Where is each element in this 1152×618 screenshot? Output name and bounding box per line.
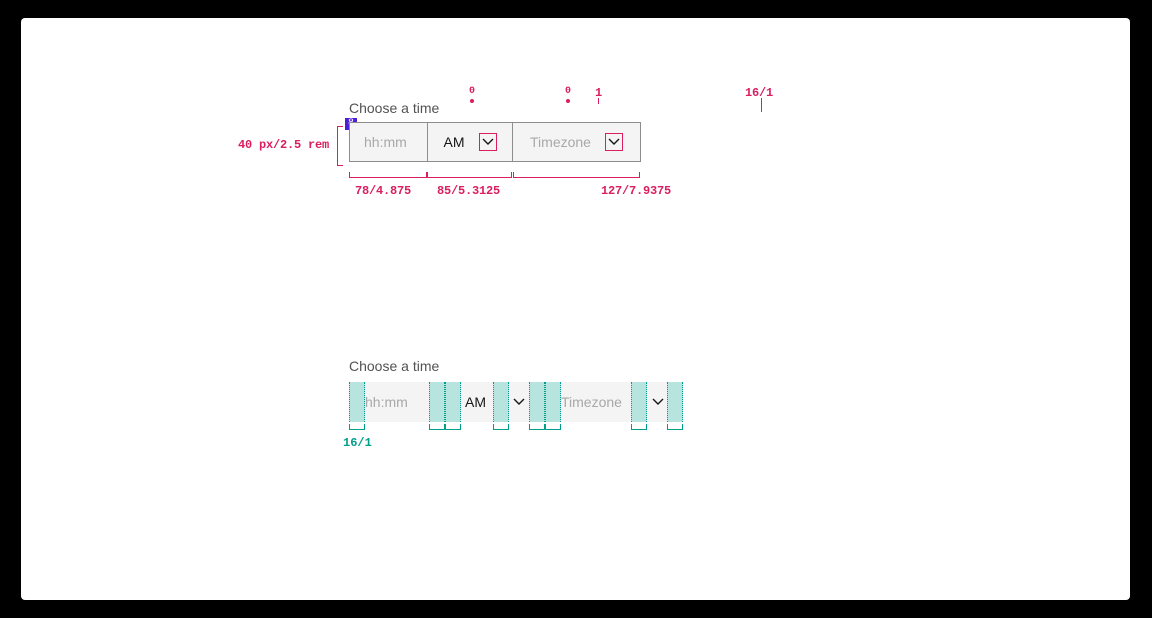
timezone-select-segment[interactable]: Timezone <box>545 382 683 422</box>
timezone-placeholder: Timezone <box>530 134 591 150</box>
padding-guide <box>429 382 445 422</box>
width-time-annotation: 78/4.875 <box>355 184 411 198</box>
time-placeholder: hh:mm <box>364 134 407 150</box>
ampm-value: AM <box>444 134 465 150</box>
zero-annotation-b: 0 <box>565 86 571 97</box>
width-bracket-time <box>349 172 427 178</box>
timezone-placeholder: Timezone <box>561 394 622 410</box>
spacing-bracket <box>667 424 683 430</box>
tick-gap <box>598 98 599 104</box>
ampm-select-segment[interactable]: AM <box>445 382 545 422</box>
time-picker-padding-spec: Choose a time hh:mm AM <box>349 358 683 422</box>
time-picker: hh:mm AM Timezone <box>349 122 641 162</box>
spacing-bracket <box>445 424 461 430</box>
field-label: Choose a time <box>349 358 683 374</box>
spacing-annotation: 16/1 <box>343 436 372 450</box>
tick-chev <box>761 98 762 112</box>
chevron-measure-box <box>605 133 623 151</box>
spacing-bracket <box>545 424 561 430</box>
time-placeholder: hh:mm <box>365 394 408 410</box>
zero-annotation-a: 0 <box>469 86 475 97</box>
width-ampm-annotation: 85/5.3125 <box>437 184 500 198</box>
spacing-bracket <box>429 424 445 430</box>
padding-guide <box>529 382 545 422</box>
spec-canvas: Choose a time 8 0 1 0 16/1 hh:mm AM <box>21 18 1130 600</box>
ampm-value: AM <box>465 394 486 410</box>
time-picker-dimension-spec: Choose a time 8 0 1 0 16/1 hh:mm AM <box>349 100 641 162</box>
padding-guide <box>445 382 461 422</box>
tick-dot <box>470 99 474 103</box>
time-picker: hh:mm AM <box>349 382 683 422</box>
padding-guide <box>493 382 509 422</box>
height-bracket <box>337 126 343 166</box>
chevron-down-icon <box>511 394 527 410</box>
time-input-segment[interactable]: hh:mm <box>349 382 445 422</box>
chevron-down-icon <box>650 394 666 410</box>
spacing-bracket <box>631 424 647 430</box>
spacing-bracket <box>529 424 545 430</box>
width-tz-annotation: 127/7.9375 <box>601 184 671 198</box>
chevron-size-annotation: 16/1 <box>745 86 773 100</box>
chevron-measure-box <box>479 133 497 151</box>
field-label-text: Choose a time <box>349 100 439 116</box>
field-label-text: Choose a time <box>349 358 439 374</box>
timezone-select-segment[interactable]: Timezone <box>513 123 640 161</box>
time-input-segment[interactable]: hh:mm <box>350 123 428 161</box>
width-bracket-tz <box>513 172 640 178</box>
width-bracket-ampm <box>427 172 512 178</box>
spacing-bracket <box>349 424 365 430</box>
padding-guide <box>545 382 561 422</box>
padding-guide <box>349 382 365 422</box>
ampm-select-segment[interactable]: AM <box>428 123 513 161</box>
chevron-down-icon <box>480 134 496 150</box>
padding-guide <box>631 382 647 422</box>
height-annotation: 40 px/2.5 rem <box>189 138 329 152</box>
tick-dot-b <box>566 99 570 103</box>
padding-guide <box>667 382 683 422</box>
chevron-down-icon <box>606 134 622 150</box>
spacing-bracket <box>493 424 509 430</box>
